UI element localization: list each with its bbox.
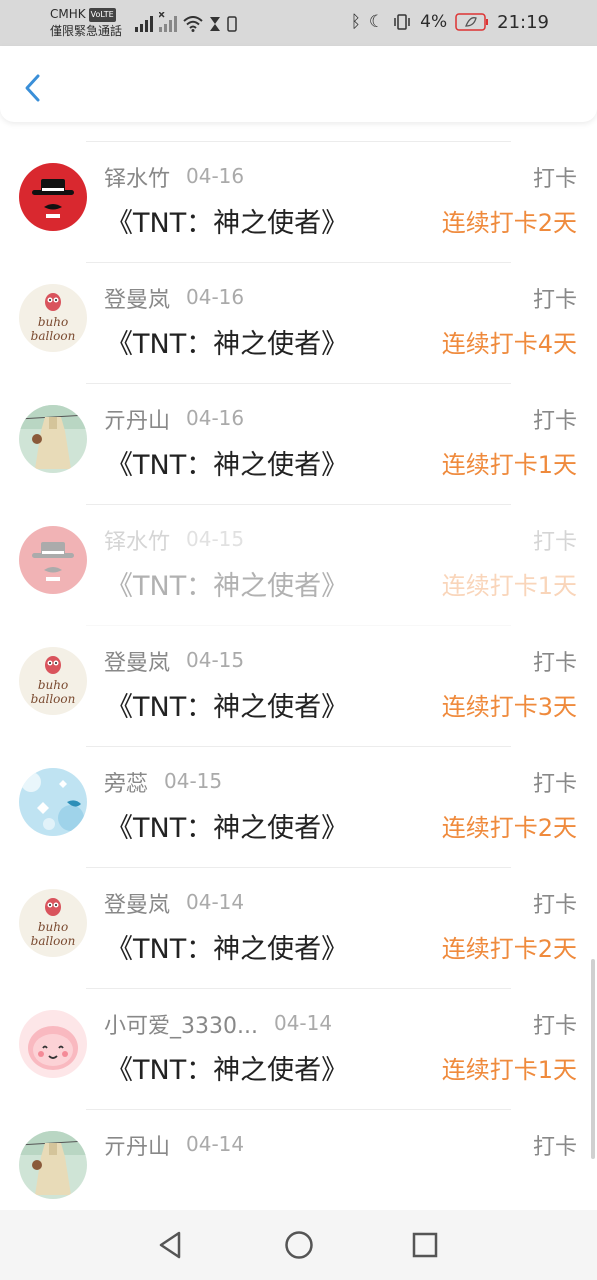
vibrate-icon (394, 14, 410, 30)
checkin-date: 04-14 (186, 890, 245, 914)
avatar[interactable] (19, 1131, 87, 1199)
streak-label: 连续打卡1天 (441, 451, 577, 479)
user-name[interactable]: 铎水竹 (104, 524, 170, 556)
checkin-type: 打卡 (532, 1135, 577, 1160)
streak-label: 连续打卡4天 (441, 330, 577, 358)
buho-line1: buho (38, 315, 68, 329)
avatar[interactable]: buho balloon (19, 647, 87, 715)
streak-label: 连续打卡1天 (441, 1056, 577, 1084)
checkin-type: 打卡 (532, 530, 577, 555)
hourglass-icon (210, 17, 220, 31)
checkin-type: 打卡 (532, 167, 577, 192)
user-name[interactable]: 旁蕊 (104, 766, 148, 798)
buho-line2: balloon (31, 692, 76, 706)
list-item[interactable]: 亓丹山 04-14 打卡 (0, 1110, 597, 1210)
user-name[interactable]: 登曼岚 (104, 645, 170, 677)
signal-icons (135, 10, 237, 32)
checkin-date: 04-15 (186, 648, 245, 672)
square-recents-icon (412, 1232, 438, 1258)
system-nav-bar (0, 1210, 597, 1280)
streak-label: 连续打卡3天 (441, 693, 577, 721)
chevron-left-icon (25, 74, 40, 102)
checkin-date: 04-15 (164, 769, 223, 793)
avatar[interactable] (19, 1010, 87, 1078)
checkin-type: 打卡 (532, 772, 577, 797)
avatar[interactable] (19, 163, 87, 231)
user-name[interactable]: 亓丹山 (104, 403, 170, 435)
list-item[interactable]: 《TNT：神之使者》连续打卡3天 (0, 121, 597, 142)
sim-icon (227, 16, 237, 32)
buho-line1: buho (38, 678, 68, 692)
list-item[interactable]: buho balloon 登曼岚 04-15 打卡《TNT：神之使者》 连续打卡3天 (0, 626, 597, 747)
volte-badge: VoLTE (88, 8, 116, 22)
list-item[interactable]: 亓丹山 04-16 打卡《TNT：神之使者》 连续打卡1天 (0, 384, 597, 505)
checkin-date: 04-16 (186, 285, 245, 309)
status-bar: CMHK VoLTE 僅限緊急通話 ᛒ ☾ 4% 21:19 (0, 0, 597, 46)
streak-label: 连续打卡2天 (441, 209, 577, 237)
checkin-type: 打卡 (532, 409, 577, 434)
checkin-type: 打卡 (532, 651, 577, 676)
checkin-type: 打卡 (532, 288, 577, 313)
status-right: ᛒ ☾ 4% 21:19 (351, 10, 549, 34)
circle-home-icon (285, 1231, 313, 1259)
avatar[interactable]: buho balloon (19, 284, 87, 352)
list-item[interactable]: 小可爱_3330... 04-14 打卡《TNT：神之使者》 连续打卡1天 (0, 989, 597, 1110)
user-name[interactable]: 小可爱_3330... (104, 1008, 258, 1040)
battery-percent: 4% (420, 12, 448, 32)
bluetooth-icon: ᛒ (350, 12, 361, 32)
book-title[interactable]: 《TNT：神之使者》 (106, 322, 348, 361)
book-title[interactable]: 《TNT：神之使者》 (106, 806, 348, 845)
checkin-date: 04-15 (186, 527, 245, 551)
streak-label: 连续打卡1天 (441, 572, 577, 600)
signal-strength-icon (135, 16, 153, 32)
book-title[interactable]: 《TNT：神之使者》 (106, 443, 348, 482)
book-title[interactable]: 《TNT：神之使者》 (106, 685, 348, 724)
list-item[interactable]: buho balloon 登曼岚 04-16 打卡《TNT：神之使者》 连续打卡4天 (0, 263, 597, 384)
book-title[interactable]: 《TNT：神之使者》 (106, 1048, 348, 1087)
wifi-icon (183, 16, 203, 32)
battery-icon (455, 13, 489, 31)
nav-recents-button[interactable] (408, 1228, 442, 1262)
carrier-text: CMHK (50, 7, 86, 21)
streak-label: 连续打卡2天 (441, 814, 577, 842)
user-name[interactable]: 铎水竹 (104, 161, 170, 193)
avatar[interactable] (19, 768, 87, 836)
book-title[interactable]: 《TNT：神之使者》 (106, 564, 348, 603)
checkin-type: 打卡 (532, 1014, 577, 1039)
book-title[interactable]: 《TNT：神之使者》 (106, 201, 348, 240)
checkin-date: 04-14 (186, 1132, 245, 1156)
buho-line2: balloon (31, 329, 76, 343)
checkin-list[interactable]: 《TNT：神之使者》连续打卡3天铎水竹04-16打卡《TNT：神之使者》连续打卡… (0, 121, 597, 1210)
list-item[interactable]: buho balloon 登曼岚 04-14 打卡《TNT：神之使者》 连续打卡2天 (0, 868, 597, 989)
list-item[interactable]: 铎水竹 04-15 打卡《TNT：神之使者》 连续打卡1天 (0, 505, 597, 626)
checkin-date: 04-14 (273, 1011, 333, 1035)
list-item[interactable]: 铎水竹 04-16 打卡《TNT：神之使者》 连续打卡2天 (0, 142, 597, 263)
user-name[interactable]: 登曼岚 (104, 282, 170, 314)
carrier-label: CMHK VoLTE (50, 7, 116, 22)
user-name[interactable]: 登曼岚 (104, 887, 170, 919)
nav-back-button[interactable] (153, 1228, 187, 1262)
avatar[interactable]: buho balloon (19, 889, 87, 957)
triangle-back-icon (159, 1231, 181, 1259)
buho-line2: balloon (31, 934, 76, 948)
moon-icon: ☾ (368, 12, 385, 32)
list-item[interactable]: 旁蕊 04-15 打卡《TNT：神之使者》 连续打卡2天 (0, 747, 597, 868)
checkin-date: 04-16 (186, 164, 245, 188)
page-header (0, 46, 597, 122)
nav-home-button[interactable] (282, 1228, 316, 1262)
book-title[interactable]: 《TNT：神之使者》 (106, 927, 348, 966)
user-name[interactable]: 亓丹山 (104, 1129, 170, 1161)
checkin-date: 04-16 (186, 406, 245, 430)
emergency-calls-label: 僅限緊急通話 (50, 24, 123, 38)
streak-label: 连续打卡2天 (441, 935, 577, 963)
checkin-type: 打卡 (532, 893, 577, 918)
signal-no-service-icon (159, 12, 177, 32)
buho-line1: buho (38, 920, 68, 934)
avatar[interactable] (19, 526, 87, 594)
avatar[interactable] (19, 405, 87, 473)
clock: 21:19 (497, 11, 549, 33)
back-button[interactable] (14, 68, 50, 108)
